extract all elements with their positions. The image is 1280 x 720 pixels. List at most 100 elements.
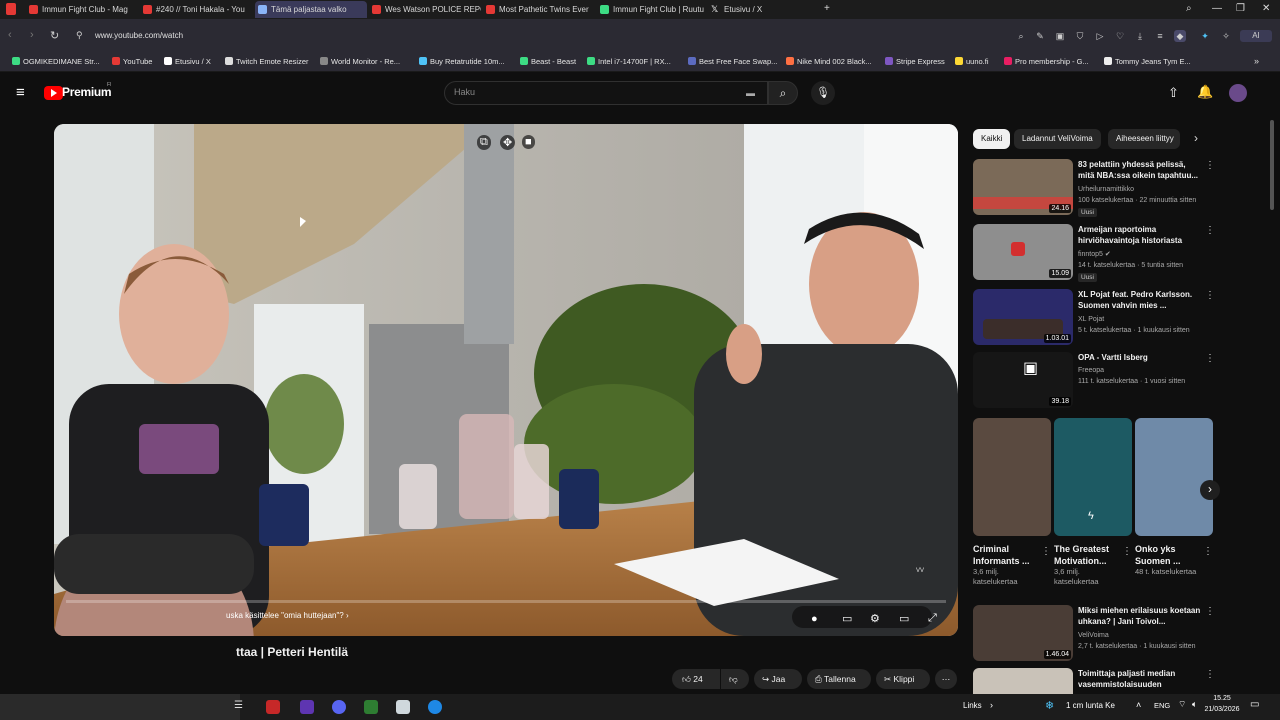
tray-chevron-icon[interactable]: ˄ — [1136, 700, 1141, 710]
zoom-icon[interactable]: ⌕ — [1015, 30, 1027, 42]
search-button[interactable]: ⌕ — [768, 81, 798, 105]
clock-time[interactable]: 15.25 — [1206, 695, 1238, 702]
bookmark-2[interactable]: Etusivu / X — [164, 57, 211, 66]
chapter-label[interactable]: uska käsittelee "omia huttejaan"? › — [226, 611, 349, 620]
youtube-logo-text[interactable]: Premium — [62, 85, 112, 99]
channel-name[interactable]: VeliVoima — [1078, 631, 1203, 641]
fullscreen-icon[interactable]: ⤢ — [928, 612, 937, 625]
camera-icon[interactable]: ■ — [522, 135, 535, 149]
more-vertical-icon[interactable]: ⋮ — [1203, 546, 1213, 557]
back-icon[interactable]: ‹ — [8, 29, 12, 41]
bookmark-9[interactable]: Nike Mind 002 Black... — [786, 57, 872, 66]
like-button[interactable]: 👍︎ 24 — [672, 669, 720, 689]
settings-gear-icon[interactable]: ⚙ — [870, 612, 880, 625]
more-bookmarks-icon[interactable]: » — [1254, 56, 1259, 66]
download-icon[interactable]: ⤓ — [1134, 30, 1146, 42]
hamburger-menu-icon[interactable]: ≡ — [16, 84, 25, 101]
autoplay-toggle-icon[interactable]: ● — [811, 613, 818, 625]
bookmark-11[interactable]: uuno.fi — [955, 57, 989, 66]
puzzle-icon[interactable]: ✧ — [1220, 30, 1232, 42]
obs-icon[interactable] — [364, 700, 378, 714]
chip-related[interactable]: Aiheeseen liittyy — [1108, 129, 1180, 149]
clock-date[interactable]: 21/03/2026 — [1198, 706, 1246, 713]
forward-icon[interactable]: › — [30, 29, 34, 41]
list-item[interactable]: 1.46.04 Miksi miehen erilaisuus koetaan … — [973, 605, 1223, 665]
more-vertical-icon[interactable]: ⋮ — [1122, 546, 1132, 557]
notification-center-icon[interactable]: ▭ — [1250, 699, 1259, 710]
channel-name[interactable]: Urheilurnamittikko — [1078, 185, 1203, 195]
bookmark-10[interactable]: Stripe Express — [885, 57, 945, 66]
channel-name[interactable]: finntop5 ✔ — [1078, 250, 1203, 260]
short-title[interactable]: The Greatest Motivation... — [1054, 543, 1116, 567]
bookmark-7[interactable]: Intel i7-14700F | RX... — [587, 57, 671, 66]
bookmark-13[interactable]: Tommy Jeans Tym E... — [1104, 57, 1191, 66]
video-title[interactable]: Miksi miehen erilaisuus koetaan uhkana? … — [1078, 605, 1203, 627]
taskview-icon[interactable]: ☰ — [234, 700, 248, 714]
video-thumbnail[interactable]: 1.46.04 — [973, 605, 1073, 661]
shorts-next-chevron-icon[interactable]: › — [1200, 480, 1220, 500]
tab-2-active[interactable]: Tämä paljastaa valko — [255, 1, 367, 18]
volume-icon[interactable]: 🔈︎ — [1192, 699, 1197, 710]
list-item[interactable]: ▣ 39.18 OPA - Vartti Isberg Freeopa 111 … — [973, 352, 1223, 412]
more-vertical-icon[interactable]: ⋮ — [1205, 160, 1215, 171]
more-vertical-icon[interactable]: ⋮ — [1205, 225, 1215, 236]
tab-1[interactable]: #240 // Toni Hakala - You — [140, 1, 252, 18]
more-vertical-icon[interactable]: ⋮ — [1205, 606, 1215, 617]
video-title[interactable]: OPA - Vartti Isberg — [1078, 352, 1203, 363]
app-icon[interactable] — [300, 700, 314, 714]
keyboard-icon[interactable]: ▬ — [746, 88, 755, 98]
list-item[interactable]: 15.09 Armeijan raportoima hirviöhavainto… — [973, 224, 1223, 284]
save-button[interactable]: ⎙ Tallenna — [807, 669, 871, 689]
video-player[interactable]: ⧉ ✥ ■ uska käsittelee "omia huttejaan"? … — [54, 124, 958, 636]
close-window-button[interactable]: ✕ — [1262, 3, 1270, 14]
tab-0[interactable]: Immun Fight Club - Mag — [26, 1, 138, 18]
wifi-icon[interactable]: ⌔ — [1178, 699, 1186, 710]
site-info-icon[interactable]: ⚲ — [76, 30, 83, 41]
search-tabs-icon[interactable]: ⌕ — [1186, 3, 1192, 14]
links-toolbar[interactable]: Links — [963, 701, 982, 710]
more-actions-button[interactable]: ⋯ — [935, 669, 957, 689]
list-item[interactable]: Toimittaja paljasti median vasemmistolai… — [973, 668, 1223, 694]
short-thumbnail[interactable] — [1135, 418, 1213, 536]
miniplayer-icon[interactable]: ⧉ — [477, 135, 491, 150]
more-vertical-icon[interactable]: ⋮ — [1041, 546, 1051, 557]
clip-button[interactable]: ✂ Klippi — [876, 669, 930, 689]
bookmark-4[interactable]: World Monitor - Re... — [320, 57, 400, 66]
language-indicator[interactable]: ENG — [1154, 701, 1170, 710]
short-item[interactable]: Criminal Informants ... 3,6 milj. katsel… — [973, 418, 1051, 587]
bookmark-5[interactable]: Buy Retatrutide 10m... — [419, 57, 505, 66]
voice-search-button[interactable]: 🎙 — [811, 81, 835, 105]
weather-text[interactable]: 1 cm lunta Ke — [1066, 701, 1115, 710]
extension-icon[interactable]: ◆ — [1174, 30, 1186, 42]
bookmark-6[interactable]: Beast - Beast — [520, 57, 576, 66]
minimize-button[interactable]: — — [1212, 3, 1222, 14]
upload-icon[interactable]: ⇧ — [1168, 85, 1179, 101]
dislike-button[interactable]: 👎︎ — [721, 669, 749, 689]
more-vertical-icon[interactable]: ⋮ — [1205, 290, 1215, 301]
tab-5[interactable]: Immun Fight Club | Ruutu — [597, 1, 709, 18]
vpn-shield-icon[interactable] — [396, 700, 410, 714]
bookmark-0[interactable]: OGMIKEDIMANE Str... — [12, 57, 100, 66]
search-input[interactable]: Haku ▬ — [444, 81, 768, 105]
video-title[interactable]: XL Pojat feat. Pedro Karlsson. Suomen va… — [1078, 289, 1203, 311]
short-thumbnail[interactable] — [973, 418, 1051, 536]
tab-4[interactable]: Most Pathetic Twins Ever — [483, 1, 595, 18]
new-tab-button[interactable]: + — [824, 3, 830, 14]
short-thumbnail[interactable]: ϟ — [1054, 418, 1132, 536]
short-item[interactable]: Onko yks Suomen ... 48 t. katselukertaa … — [1135, 418, 1213, 577]
tab-3[interactable]: Wes Watson POLICE REPC — [369, 1, 481, 18]
opera-icon[interactable] — [266, 700, 280, 714]
video-thumbnail[interactable]: 24.16 — [973, 159, 1073, 215]
video-title[interactable]: Toimittaja paljasti median vasemmistolai… — [1078, 668, 1203, 690]
theater-mode-icon[interactable]: ▭ — [899, 612, 909, 625]
channel-name[interactable]: XL Pojat — [1078, 315, 1203, 325]
bookmark-3[interactable]: Twitch Emote Resizer — [225, 57, 309, 66]
browser-logo-icon[interactable] — [6, 3, 16, 15]
chip-all[interactable]: Kaikki — [973, 129, 1011, 149]
bookmark-8[interactable]: Best Free Face Swap... — [688, 57, 777, 66]
shield-icon[interactable]: ⛉ — [1074, 30, 1086, 42]
video-thumbnail[interactable]: 15.09 — [973, 224, 1073, 280]
url-field[interactable]: www.youtube.com/watch — [95, 31, 183, 40]
ai-extension-icon[interactable]: ✦ — [1199, 30, 1211, 42]
bookmark-1[interactable]: YouTube — [112, 57, 152, 66]
